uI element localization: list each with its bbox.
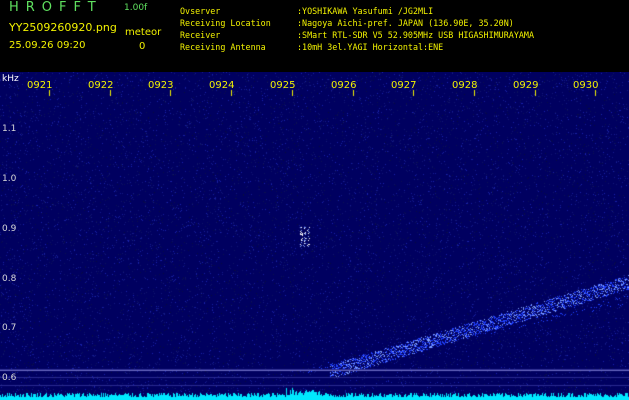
- freq-label: 1.0: [2, 174, 17, 184]
- info-value: :Nagoya Aichi-pref. JAPAN (136.90E, 35.2…: [297, 18, 514, 28]
- info-antenna: Receiving Antenna :10mH 3el.YAGI Horizont…: [180, 42, 443, 52]
- time-label: 0927: [391, 80, 417, 91]
- time-label: 0929: [513, 80, 539, 91]
- version-label: 1.00f: [124, 3, 148, 13]
- time-label: 0924: [209, 80, 235, 91]
- info-value: :YOSHIKAWA Yasufumi /JG2MLI: [297, 6, 434, 16]
- freq-label: 0.9: [2, 224, 17, 234]
- date-time: 25.09.26 09:20: [9, 40, 86, 51]
- frequency-unit-label: kHz: [2, 74, 19, 84]
- time-label: 0925: [270, 80, 296, 91]
- time-label: 0923: [148, 80, 174, 91]
- time-label: 0922: [88, 80, 114, 91]
- freq-label: 0.7: [2, 323, 17, 333]
- header-panel: HROFFT 1.00f YY2509260920.png meteor 25.…: [0, 0, 629, 72]
- info-receiver: Receiver :SMart RTL-SDR V5 52.905MHz USB …: [180, 30, 534, 40]
- time-label: 0921: [27, 80, 53, 91]
- meteor-count: 0: [139, 41, 146, 52]
- meteor-label: meteor: [125, 27, 162, 38]
- info-value: :10mH 3el.YAGI Horizontal:ENE: [297, 42, 444, 52]
- freq-label: 0.8: [2, 274, 17, 284]
- file-name: YY2509260920.png: [9, 21, 117, 34]
- info-key: Receiver: [180, 30, 221, 40]
- spectrogram-canvas: [0, 72, 629, 400]
- info-key: Receiving Location: [180, 18, 271, 28]
- time-label: 0930: [573, 80, 599, 91]
- freq-label: 0.6: [2, 373, 17, 383]
- info-key: Ovserver: [180, 6, 221, 16]
- info-observer: Ovserver :YOSHIKAWA Yasufumi /JG2MLI: [180, 6, 433, 16]
- time-label: 0928: [452, 80, 478, 91]
- freq-label: 1.1: [2, 124, 17, 134]
- time-label: 0926: [331, 80, 357, 91]
- app-title: HROFFT: [9, 0, 103, 15]
- info-value: :SMart RTL-SDR V5 52.905MHz USB HIGASHIM…: [297, 30, 534, 40]
- info-location: Receiving Location :Nagoya Aichi-pref. JA…: [180, 18, 514, 28]
- info-key: Receiving Antenna: [180, 42, 266, 52]
